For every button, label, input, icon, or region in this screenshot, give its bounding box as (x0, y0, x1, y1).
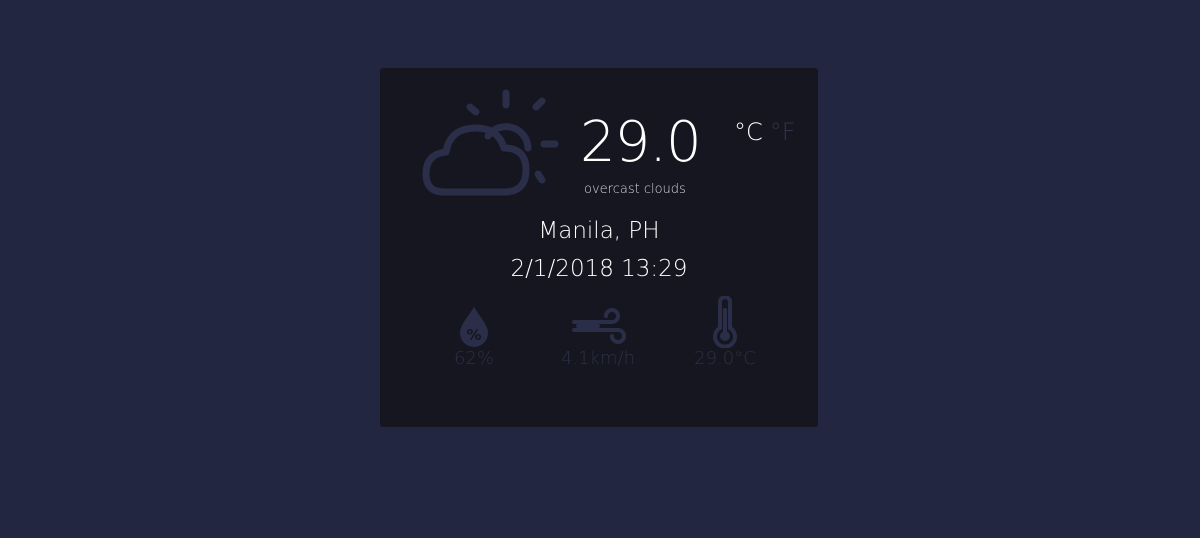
weather-description: overcast clouds (584, 182, 686, 197)
feels-like-stat: 29.0°C (670, 296, 780, 369)
wind-stat: 4.1km/h (543, 304, 653, 369)
datetime-label: 2/1/2018 13:29 (510, 256, 688, 282)
fahrenheit-button[interactable]: °F (770, 118, 796, 146)
feels-like-value: 29.0°C (694, 348, 756, 369)
unit-toggle: °C °F (734, 118, 803, 146)
svg-text:%: % (466, 326, 481, 344)
celsius-button[interactable]: °C (734, 118, 763, 146)
location-label: Manila, PH (538, 218, 660, 244)
partly-cloudy-icon (420, 88, 560, 200)
thermometer-icon (713, 296, 737, 348)
humidity-value: 62% (453, 348, 494, 369)
humidity-stat: % 62% (419, 304, 529, 369)
wind-icon (572, 308, 626, 344)
humidity-drop-icon: % (460, 307, 488, 347)
temperature-value: 29.0 (580, 110, 702, 175)
wind-value: 4.1km/h (560, 348, 636, 369)
weather-card: 29.0 overcast clouds °C °F Manila, PH 2/1… (380, 68, 818, 427)
